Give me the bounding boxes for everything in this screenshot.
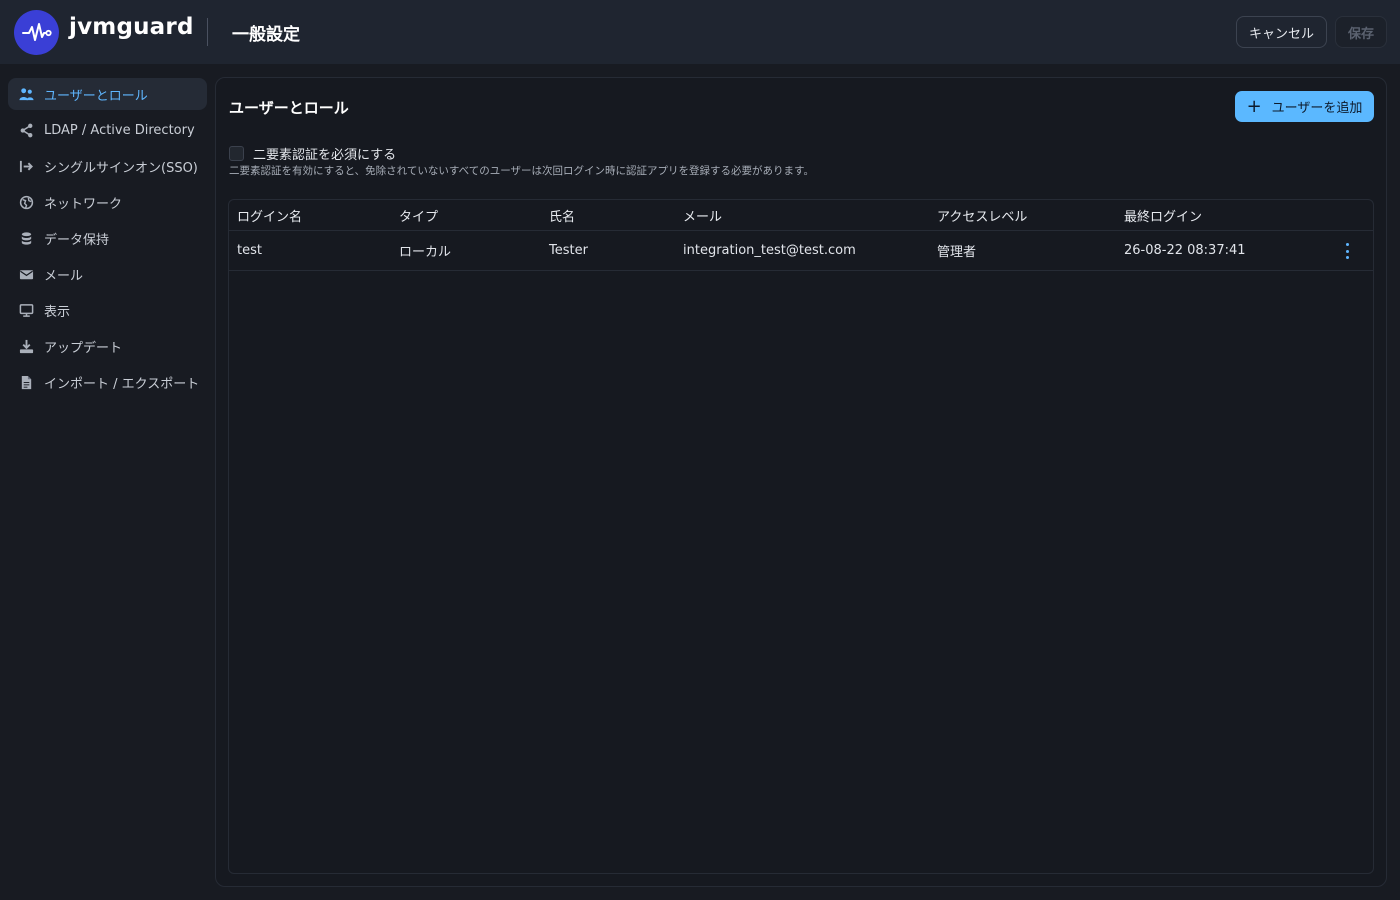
require-2fa-label[interactable]: 二要素認証を必須にする [253, 144, 396, 163]
sign-in-icon [19, 159, 34, 174]
cell-login: test [237, 243, 262, 258]
download-icon [19, 339, 34, 354]
monitor-icon [19, 303, 34, 318]
sidebar-item-label: インポート / エクスポート [44, 376, 200, 392]
add-user-button[interactable]: + ユーザーを追加 [1235, 91, 1374, 122]
users-table: ログイン名 タイプ 氏名 メール アクセスレベル 最終ログイン test ローカ… [228, 199, 1374, 874]
column-header-email[interactable]: メール [683, 200, 722, 230]
table-row[interactable]: test ローカル Tester integration_test@test.c… [229, 231, 1373, 271]
cell-access-level: 管理者 [937, 245, 977, 260]
share-icon [19, 123, 34, 138]
sidebar-item-label: 表示 [44, 304, 71, 320]
app-header: jvmguard 一般設定 キャンセル 保存 [0, 0, 1400, 64]
twofa-row: 二要素認証を必須にする [229, 144, 396, 163]
users-icon [19, 87, 34, 102]
sidebar-item-label: アップデート [44, 340, 123, 356]
column-header-last-login[interactable]: 最終ログイン [1124, 200, 1202, 230]
add-user-label: ユーザーを追加 [1271, 101, 1363, 116]
header-divider [207, 18, 208, 46]
section-title: ユーザーとロール [229, 99, 349, 117]
save-button[interactable]: 保存 [1335, 16, 1387, 48]
sidebar-item-update[interactable]: アップデート [8, 330, 207, 362]
column-header-name[interactable]: 氏名 [549, 200, 575, 230]
users-roles-panel: ユーザーとロール + ユーザーを追加 二要素認証を必須にする 二要素認証を有効に… [215, 77, 1387, 887]
sidebar-item-label: LDAP / Active Directory [44, 122, 195, 138]
table-header: ログイン名 タイプ 氏名 メール アクセスレベル 最終ログイン [229, 200, 1373, 231]
sidebar-item-label: データ保持 [44, 232, 110, 248]
file-icon [19, 375, 34, 390]
sidebar-item-display[interactable]: 表示 [8, 294, 207, 326]
sidebar-item-network[interactable]: ネットワーク [8, 186, 207, 218]
page-title: 一般設定 [232, 25, 300, 45]
column-header-type[interactable]: タイプ [399, 200, 438, 230]
sidebar-item-ldap[interactable]: LDAP / Active Directory [8, 114, 207, 146]
cancel-button[interactable]: キャンセル [1236, 16, 1327, 48]
database-icon [19, 231, 34, 246]
sidebar-item-import-export[interactable]: インポート / エクスポート [8, 366, 207, 398]
sidebar-item-label: シングルサインオン(SSO) [44, 160, 198, 176]
sidebar-item-users-roles[interactable]: ユーザーとロール [8, 78, 207, 110]
cell-last-login: 26-08-22 08:37:41 [1124, 243, 1246, 258]
sidebar-item-label: メール [44, 268, 84, 284]
row-menu-icon[interactable] [1339, 243, 1355, 259]
cell-email: integration_test@test.com [683, 243, 856, 258]
require-2fa-checkbox[interactable] [229, 146, 244, 161]
column-header-access-level[interactable]: アクセスレベル [937, 200, 1027, 230]
plus-icon: + [1246, 95, 1262, 117]
brand-name: jvmguard [69, 14, 194, 40]
sidebar-item-label: ユーザーとロール [44, 88, 148, 104]
require-2fa-description: 二要素認証を有効にすると、免除されていないすべてのユーザーは次回ログイン時に認証… [229, 165, 814, 177]
envelope-icon [19, 267, 34, 282]
sidebar-item-data-retention[interactable]: データ保持 [8, 222, 207, 254]
sidebar-item-label: ネットワーク [44, 196, 123, 212]
cell-name: Tester [549, 243, 588, 258]
sidebar-item-sso[interactable]: シングルサインオン(SSO) [8, 150, 207, 182]
jvmguard-logo-icon [14, 10, 59, 55]
column-header-login[interactable]: ログイン名 [237, 200, 302, 230]
settings-sidebar: ユーザーとロール LDAP / Active Directory シングルサイン… [8, 78, 207, 402]
cell-type: ローカル [399, 245, 452, 260]
globe-icon [19, 195, 34, 210]
sidebar-item-mail[interactable]: メール [8, 258, 207, 290]
